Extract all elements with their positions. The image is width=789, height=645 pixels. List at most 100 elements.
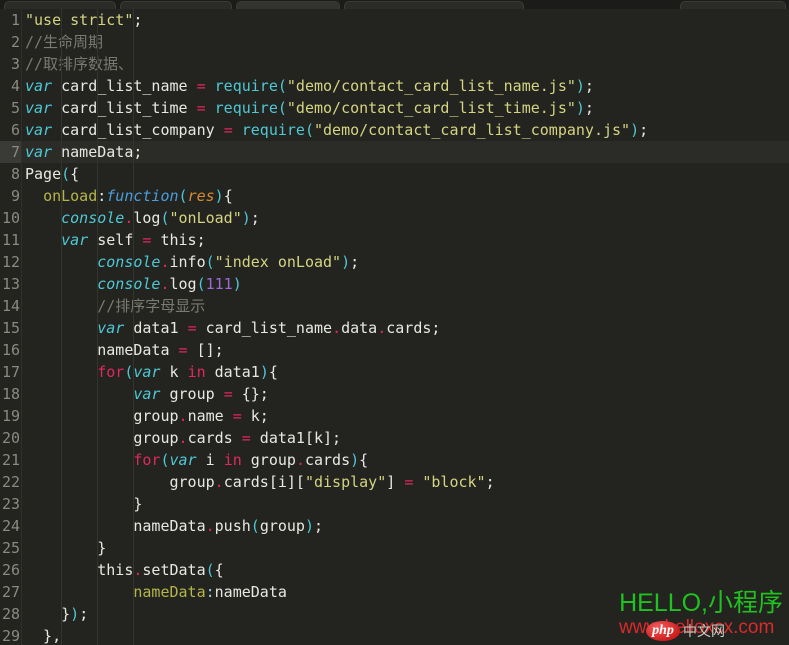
token: )	[304, 517, 314, 535]
code-line[interactable]: 9 onLoad:function(res){	[0, 185, 789, 207]
line-content[interactable]: for(var k in data1){	[22, 361, 789, 383]
line-content[interactable]: }	[22, 537, 789, 559]
token: onLoad	[43, 187, 98, 205]
line-number: 11	[1, 231, 20, 249]
code-line[interactable]: 15 var data1 = card_list_name.data.cards…	[0, 317, 789, 339]
line-content[interactable]: var card_list_name = require("demo/conta…	[22, 75, 789, 97]
line-content[interactable]: "use strict";	[22, 9, 789, 31]
token: "index onLoad"	[214, 253, 342, 271]
token: "onLoad"	[169, 209, 242, 227]
line-content[interactable]: group.cards[i]["display"] = "block";	[22, 471, 789, 493]
code-line[interactable]: 6 var card_list_company = require("demo/c…	[0, 119, 789, 141]
line-content[interactable]: console.log(111)	[22, 273, 789, 295]
code-line[interactable]: 1 "use strict";	[0, 9, 789, 31]
token: (	[250, 517, 260, 535]
token: =	[404, 473, 414, 491]
code-line[interactable]: 19 group.name = k;	[0, 405, 789, 427]
line-content[interactable]: nameData:nameData	[22, 581, 789, 603]
line-content[interactable]: Page({	[22, 163, 789, 185]
line-content[interactable]: }	[22, 493, 789, 515]
line-content[interactable]: nameData = [];	[22, 339, 789, 361]
line-content[interactable]: this.setData({	[22, 559, 789, 581]
token: data1[k];	[250, 429, 342, 447]
line-number: 24	[1, 517, 20, 535]
token: k;	[241, 407, 269, 425]
line-content[interactable]: group.cards = data1[k];	[22, 427, 789, 449]
token: var	[133, 363, 161, 381]
line-content[interactable]: var self = this;	[22, 229, 789, 251]
token: group	[25, 429, 179, 447]
code-line[interactable]: 22 group.cards[i]["display"] = "block";	[0, 471, 789, 493]
token: group	[259, 517, 305, 535]
token: console	[61, 209, 125, 227]
editor-body[interactable]: 1 "use strict"; 2//生命周期 3//取排序数据、 4 var card_…	[0, 9, 789, 645]
line-content[interactable]: for(var i in group.cards){	[22, 449, 789, 471]
line-content[interactable]: var card_list_company = require("demo/co…	[22, 119, 789, 141]
token: var	[169, 451, 197, 469]
code-line[interactable]: 29 },	[0, 625, 789, 645]
code-line[interactable]: 12 console.info("index onLoad");	[0, 251, 789, 273]
editor-tab-strip[interactable]	[0, 0, 789, 9]
code-line[interactable]: 28 });	[0, 603, 789, 625]
line-content[interactable]: group.name = k;	[22, 405, 789, 427]
token: cards;	[386, 319, 441, 337]
editor-tab-2[interactable]	[120, 1, 232, 9]
line-content[interactable]: var nameData;	[22, 141, 789, 163]
code-line[interactable]: 8 Page({	[0, 163, 789, 185]
token: )	[341, 253, 351, 271]
token: .	[178, 429, 188, 447]
editor-tab-5[interactable]	[680, 1, 786, 9]
line-content[interactable]: var card_list_time = require("demo/conta…	[22, 97, 789, 119]
code-line[interactable]: 4 var card_list_name = require("demo/cont…	[0, 75, 789, 97]
line-number: 27	[1, 583, 20, 601]
token: 111	[205, 275, 233, 293]
editor-tab-4[interactable]	[344, 1, 524, 9]
code-line[interactable]: 26 this.setData({	[0, 559, 789, 581]
code-line[interactable]: 5 var card_list_time = require("demo/cont…	[0, 97, 789, 119]
token: "demo/contact_card_list_company.js"	[314, 121, 631, 139]
code-line[interactable]: 20 group.cards = data1[k];	[0, 427, 789, 449]
code-line[interactable]: 11 var self = this;	[0, 229, 789, 251]
code-line[interactable]: 17 for(var k in data1){	[0, 361, 789, 383]
line-content[interactable]: nameData.push(group);	[22, 515, 789, 537]
line-content[interactable]: var data1 = card_list_name.data.cards;	[22, 317, 789, 339]
token: log	[133, 209, 161, 227]
token: nameData	[25, 341, 179, 359]
code-line[interactable]: 10 console.log("onLoad");	[0, 207, 789, 229]
code-line[interactable]: 25 }	[0, 537, 789, 559]
line-content[interactable]: });	[22, 603, 789, 625]
token: in	[223, 451, 242, 469]
line-number: 4	[10, 77, 20, 95]
token: data1	[124, 319, 188, 337]
code-line[interactable]: 13 console.log(111)	[0, 273, 789, 295]
line-content[interactable]: },	[22, 625, 789, 645]
code-line[interactable]: 24 nameData.push(group);	[0, 515, 789, 537]
line-content[interactable]: //生命周期	[22, 31, 789, 53]
token: res	[187, 187, 215, 205]
line-content[interactable]: var group = {};	[22, 383, 789, 405]
line-content[interactable]: //排序字母显示	[22, 295, 789, 317]
code-line[interactable]: 3 //取排序数据、	[0, 53, 789, 75]
token: )	[259, 363, 269, 381]
token: =	[232, 407, 242, 425]
token: (	[277, 99, 287, 117]
editor-tab-3-active[interactable]	[236, 1, 340, 9]
line-content[interactable]: console.info("index onLoad");	[22, 251, 789, 273]
code-line[interactable]: 14 //排序字母显示	[0, 295, 789, 317]
editor-tab-1[interactable]	[4, 1, 116, 9]
token: =	[178, 341, 188, 359]
code-line[interactable]: 16 nameData = [];	[0, 339, 789, 361]
code-line[interactable]: 7 var nameData;	[0, 141, 789, 163]
code-line[interactable]: 21 for(var i in group.cards){	[0, 449, 789, 471]
code-line[interactable]: 18 var group = {};	[0, 383, 789, 405]
code-line[interactable]: 27 nameData:nameData	[0, 581, 789, 603]
line-number: 15	[1, 319, 20, 337]
line-content[interactable]: console.log("onLoad");	[22, 207, 789, 229]
code-line[interactable]: 23 }	[0, 493, 789, 515]
line-content[interactable]: onLoad:function(res){	[22, 185, 789, 207]
line-content[interactable]: //取排序数据、	[22, 53, 789, 75]
code-line[interactable]: 2 //生命周期	[0, 31, 789, 53]
token: )	[575, 99, 585, 117]
code-lines[interactable]: 1 "use strict"; 2//生命周期 3//取排序数据、 4 var card_…	[0, 9, 789, 645]
